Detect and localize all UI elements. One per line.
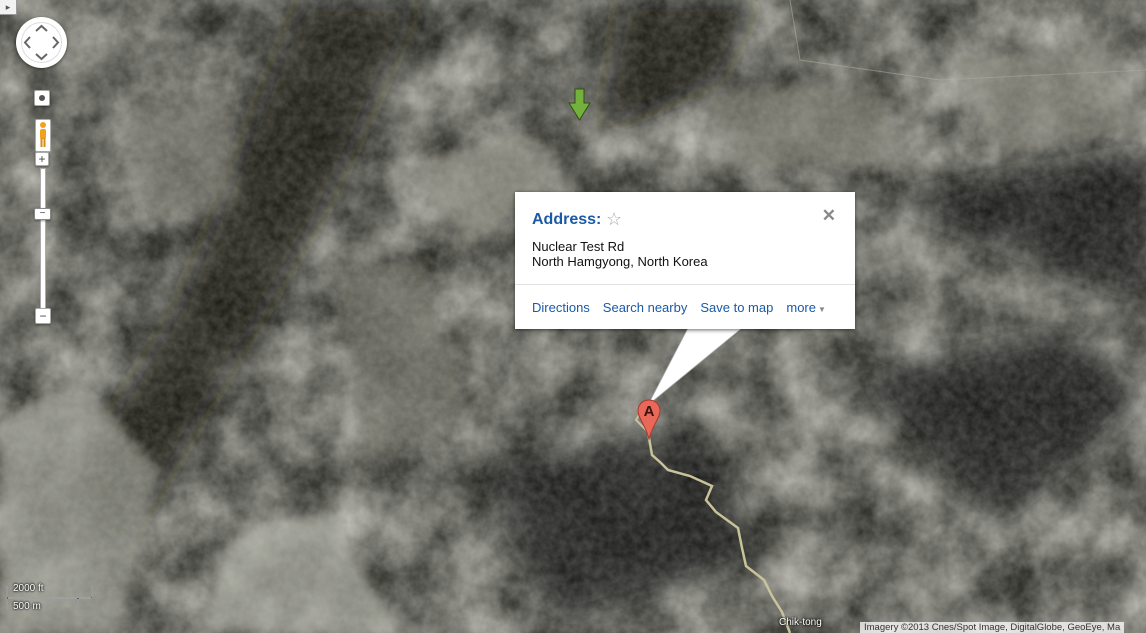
- marker-label: A: [644, 403, 655, 420]
- address-line-1: Nuclear Test Rd: [532, 239, 625, 254]
- info-window-actions: Directions Search nearby Save to map mor…: [532, 300, 826, 315]
- location-marker-a[interactable]: A: [637, 399, 661, 440]
- info-window-title: Address:: [532, 211, 602, 228]
- map-options-toggle[interactable]: ▸: [0, 0, 17, 15]
- star-outline-icon[interactable]: ☆: [606, 209, 622, 230]
- zoom-out-button[interactable]: −: [35, 308, 51, 324]
- search-nearby-link[interactable]: Search nearby: [603, 300, 688, 315]
- close-icon[interactable]: ✕: [822, 206, 836, 226]
- zoom-slider-track[interactable]: [40, 168, 46, 318]
- green-arrow-marker[interactable]: [567, 87, 592, 122]
- satellite-map[interactable]: ▸ + − − Address: ☆ ✕ Nuclear Test Rd Nor…: [0, 0, 1146, 633]
- imagery-attribution[interactable]: Imagery ©2013 Cnes/Spot Image, DigitalGl…: [860, 622, 1125, 633]
- zoom-in-label: +: [38, 152, 46, 166]
- address-line-2: North Hamgyong, North Korea: [532, 254, 708, 269]
- caret-down-icon: ▼: [817, 305, 826, 314]
- zoom-thumb-label: −: [39, 208, 46, 219]
- pegman-button[interactable]: [35, 119, 51, 152]
- pegman-icon: [40, 122, 46, 147]
- scale-metric: 500 m: [13, 601, 41, 612]
- more-label: more: [786, 300, 816, 315]
- directions-link[interactable]: Directions: [532, 300, 590, 315]
- pan-arrows-icon: [21, 22, 62, 63]
- zoom-in-button[interactable]: +: [35, 152, 49, 166]
- zoom-out-label: −: [39, 309, 47, 323]
- center-button[interactable]: [34, 90, 50, 106]
- save-to-map-link[interactable]: Save to map: [700, 300, 773, 315]
- pan-control[interactable]: [16, 17, 67, 68]
- scale-bar: 2000 ft 500 m: [6, 583, 94, 613]
- scale-imperial: 2000 ft: [13, 583, 44, 594]
- dot-icon: [39, 95, 45, 101]
- info-window-divider: [515, 284, 855, 285]
- more-dropdown[interactable]: more ▼: [786, 300, 826, 315]
- place-label-chik-tong[interactable]: Chik-tong: [779, 617, 822, 628]
- zoom-slider-thumb[interactable]: −: [34, 208, 51, 220]
- info-window: Address: ☆ ✕ Nuclear Test Rd North Hamgy…: [515, 192, 855, 329]
